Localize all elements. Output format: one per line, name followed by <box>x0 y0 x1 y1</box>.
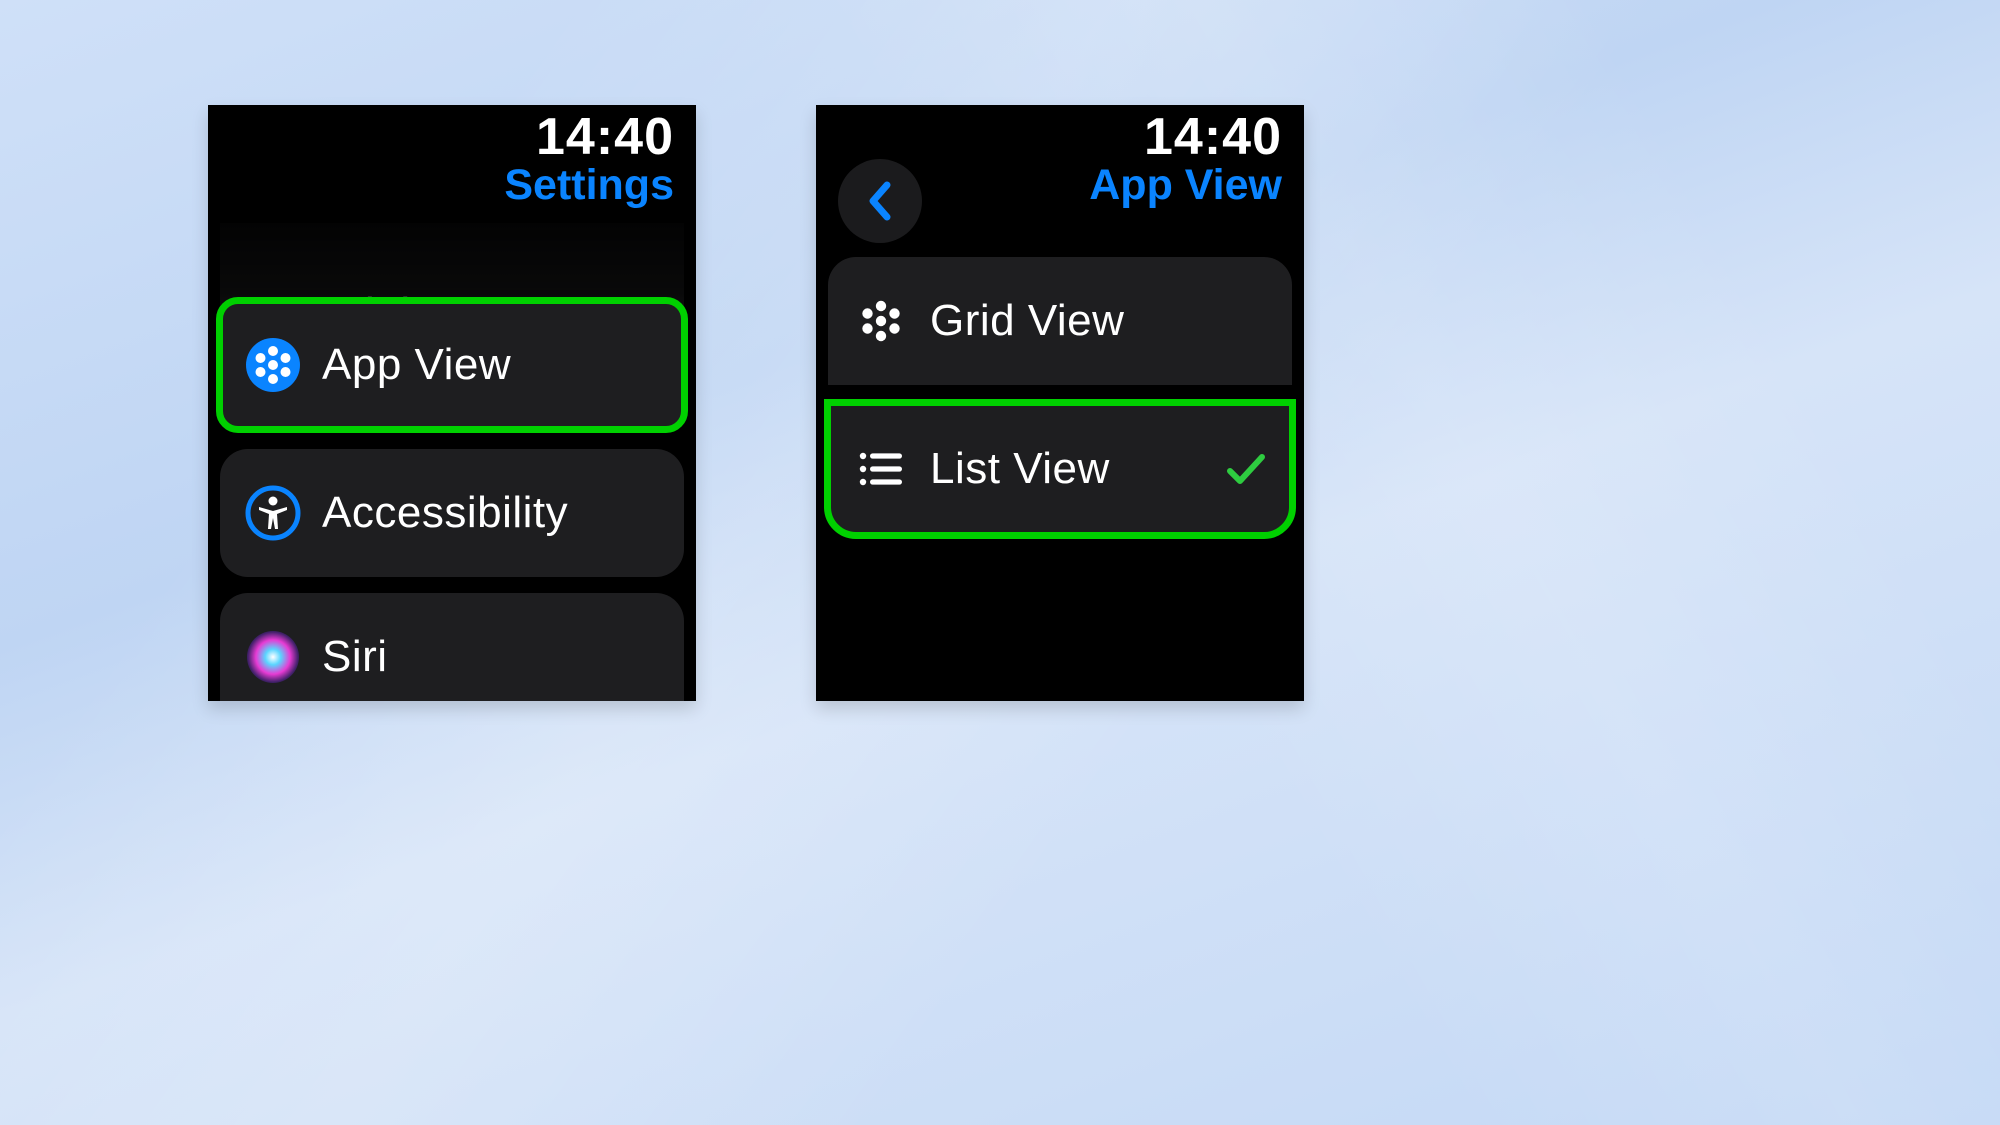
settings-item-app-view[interactable]: App View <box>220 301 684 429</box>
settings-item-label: App View <box>322 340 660 390</box>
settings-item-label: Siri <box>322 632 660 682</box>
screen-title: Settings <box>504 164 674 208</box>
accessibility-icon <box>244 484 302 542</box>
checkmark-icon <box>1224 447 1268 491</box>
watch-screen-settings: 14:40 Settings Brightness App View <box>208 105 696 701</box>
status-bar: 14:40 Settings <box>504 111 674 208</box>
screen-title: App View <box>1089 164 1282 208</box>
option-label: List View <box>930 444 1224 494</box>
option-divider <box>828 385 1292 387</box>
back-button[interactable] <box>838 159 922 243</box>
watch-screen-app-view: 14:40 App View Grid View <box>816 105 1304 701</box>
clock-time: 14:40 <box>504 111 674 164</box>
clock-time: 14:40 <box>1089 111 1282 164</box>
grid-view-icon <box>852 292 910 350</box>
settings-item-siri[interactable]: Siri <box>220 593 684 701</box>
option-label: Grid View <box>930 296 1268 346</box>
option-list-view[interactable]: List View <box>828 403 1292 535</box>
settings-item-accessibility[interactable]: Accessibility <box>220 449 684 577</box>
option-grid-view[interactable]: Grid View <box>828 257 1292 385</box>
chevron-left-icon <box>865 181 895 221</box>
list-view-icon <box>852 440 910 498</box>
siri-icon <box>244 628 302 686</box>
status-bar: 14:40 App View <box>1089 111 1282 208</box>
app-view-icon <box>244 336 302 394</box>
settings-item-label: Accessibility <box>322 488 660 538</box>
